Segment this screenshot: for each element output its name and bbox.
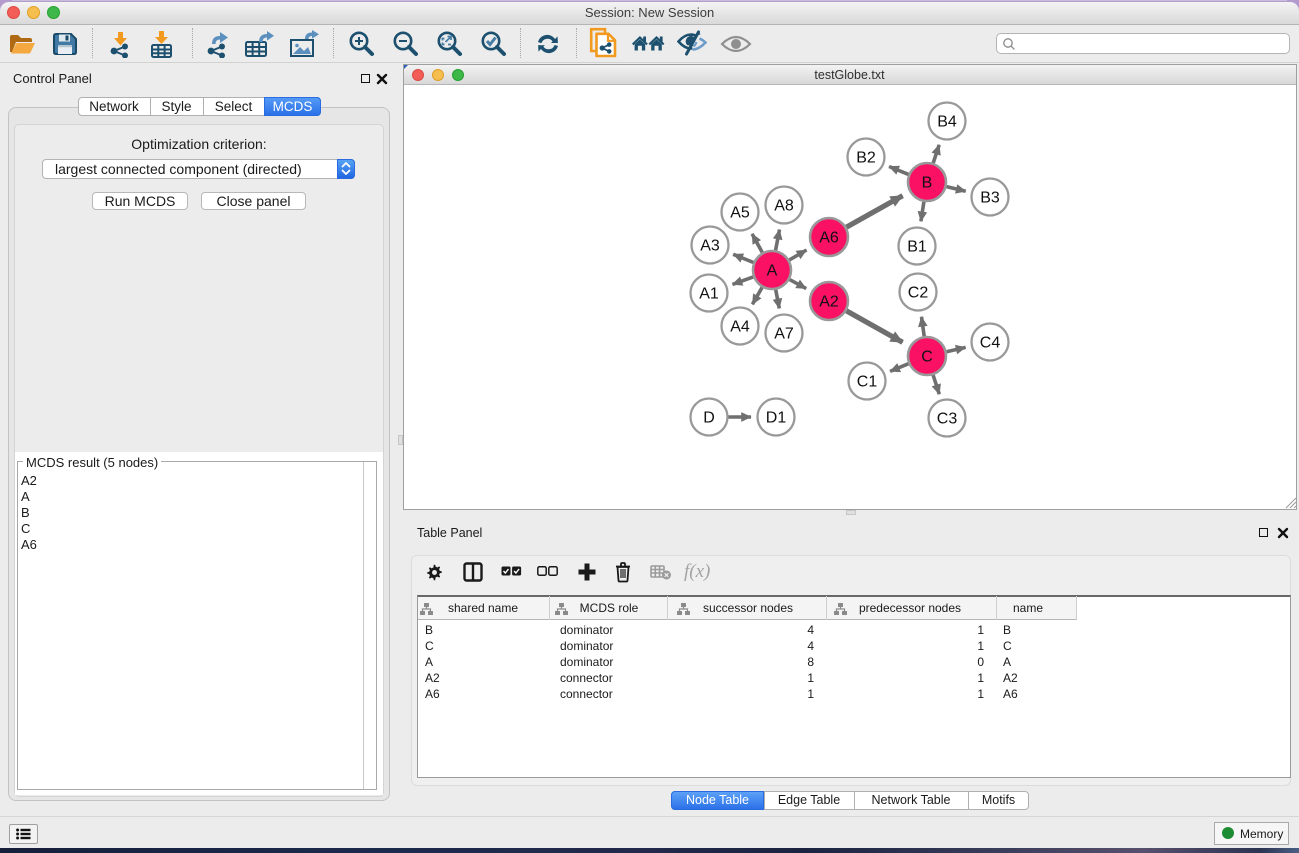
svg-text:B: B [922, 175, 933, 192]
svg-text:A2: A2 [819, 294, 839, 311]
svg-text:A8: A8 [774, 198, 794, 215]
svg-text:B1: B1 [907, 239, 927, 256]
svg-text:D: D [703, 410, 715, 427]
svg-text:C3: C3 [937, 411, 958, 428]
svg-text:C: C [921, 349, 933, 366]
svg-text:A5: A5 [730, 205, 750, 222]
svg-text:A6: A6 [819, 230, 839, 247]
svg-text:A3: A3 [700, 238, 720, 255]
svg-text:B2: B2 [856, 150, 876, 167]
svg-text:B4: B4 [937, 114, 957, 131]
svg-text:C1: C1 [857, 374, 878, 391]
svg-text:A: A [767, 263, 778, 280]
svg-text:A4: A4 [730, 319, 750, 336]
svg-text:B3: B3 [980, 190, 1000, 207]
svg-text:C2: C2 [908, 285, 929, 302]
svg-text:C4: C4 [980, 335, 1001, 352]
svg-text:D1: D1 [766, 410, 787, 427]
svg-text:A7: A7 [774, 326, 794, 343]
svg-text:A1: A1 [699, 286, 719, 303]
